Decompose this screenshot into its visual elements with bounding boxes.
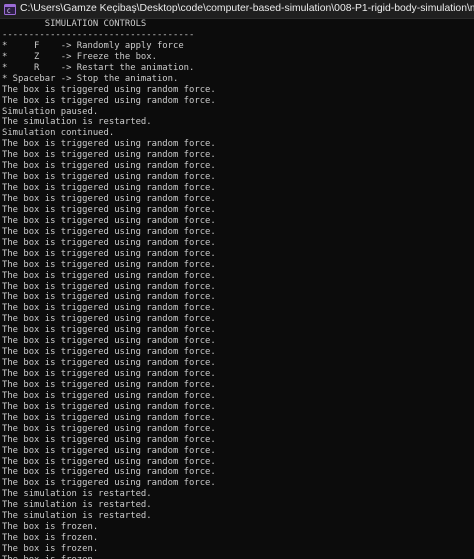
console-line: The box is triggered using random force. [2,194,216,204]
console-line: The box is triggered using random force. [2,139,216,150]
console-line: The box is triggered using random force. [2,248,216,259]
console-line: The box is triggered using random force. [2,237,216,248]
console-line: The box is triggered using random force. [2,303,216,314]
console-line: The box is triggered using random force. [2,150,216,161]
console-line: The simulation is restarted. [2,500,152,511]
console-line: The box is triggered using random force. [2,401,216,412]
console-line: The box is triggered using random force. [2,259,216,270]
console-line: Simulation paused. [2,106,99,117]
console-line: The box is triggered using random force. [2,325,216,336]
console-line: The box is triggered using random force. [2,379,216,390]
console-line: The box is frozen. [2,533,99,544]
console-line: The box is triggered using random force. [2,358,216,369]
console-line: The box is triggered using random force. [2,456,216,467]
console-line: The box is triggered using random force. [2,445,216,456]
console-line: SIMULATION CONTROLS [2,19,147,29]
console-line: The box is triggered using random force. [2,412,216,423]
console-line: The simulation is restarted. [2,511,152,522]
console-line: The simulation is restarted. [2,489,152,500]
console-line: The box is triggered using random force. [2,314,216,325]
console-line: The box is triggered using random force. [2,369,216,379]
console-line: The box is triggered using random force. [2,478,216,489]
console-line: * R -> Restart the animation. [2,62,195,73]
console-line: The box is triggered using random force. [2,292,216,303]
console-line: The box is triggered using random force. [2,336,216,347]
console-output[interactable]: SIMULATION CONTROLS ---------------------… [2,19,472,559]
console-line: The box is triggered using random force. [2,172,216,183]
window-title: C:\Users\Gamze Keçibaş\Desktop\code\comp… [20,3,474,14]
title-bar[interactable]: C C:\Users\Gamze Keçibaş\Desktop\code\co… [0,0,474,19]
console-line: The box is frozen. [2,544,99,554]
console-line: The box is frozen. [2,555,472,559]
console-line: Simulation continued. [2,128,115,139]
console-line: The box is triggered using random force. [2,434,216,445]
console-window: C C:\Users\Gamze Keçibaş\Desktop\code\co… [0,0,474,559]
console-line: The box is frozen. [2,522,99,533]
console-line: The box is triggered using random force. [2,183,216,194]
console-line: The box is triggered using random force. [2,281,216,292]
console-line: The box is triggered using random force. [2,215,216,226]
console-line: The box is triggered using random force. [2,84,216,95]
console-line: The simulation is restarted. [2,117,152,128]
console-line: The box is triggered using random force. [2,390,216,401]
console-line: The box is triggered using random force. [2,204,216,215]
console-app-icon: C [4,3,16,15]
svg-text:C: C [7,8,11,15]
console-line: The box is triggered using random force. [2,161,216,172]
console-line: The box is triggered using random force. [2,423,216,434]
console-line: The box is triggered using random force. [2,95,216,106]
console-line: The box is triggered using random force. [2,467,216,478]
console-line: * Z -> Freeze the box. [2,51,157,62]
console-line: The box is triggered using random force. [2,347,216,358]
console-line: ------------------------------------ [2,29,195,40]
console-line: The box is triggered using random force. [2,270,216,281]
console-line: * Spacebar -> Stop the animation. [2,73,179,84]
console-line: The box is triggered using random force. [2,226,216,237]
console-line: * F -> Randomly apply force [2,40,184,51]
